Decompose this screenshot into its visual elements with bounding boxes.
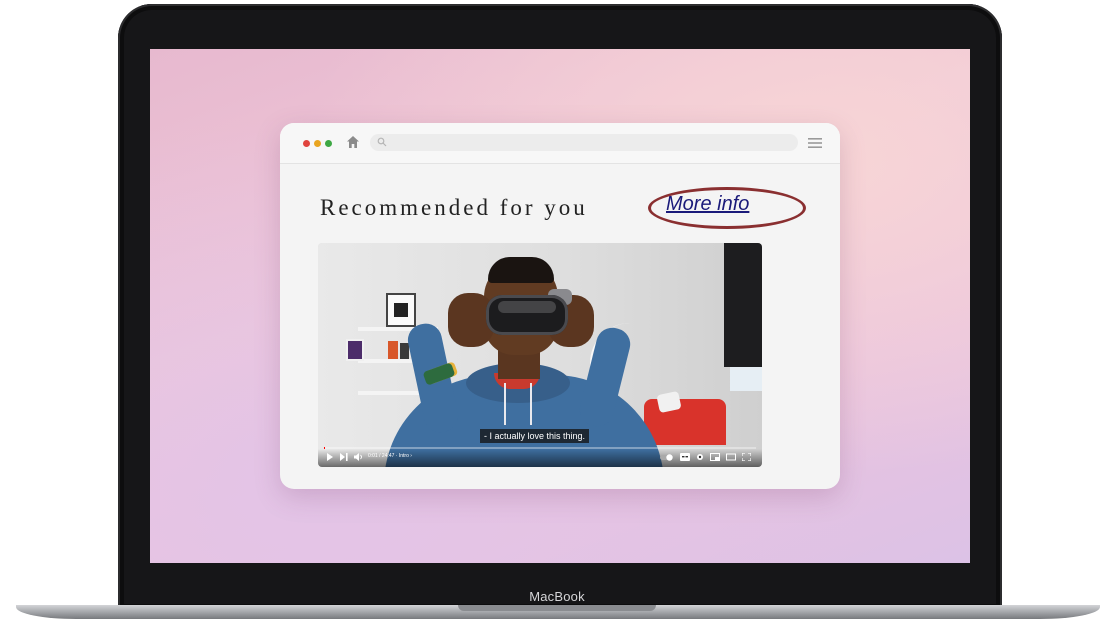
browser-toolbar [280,123,840,164]
video-picture-frame [386,293,416,327]
home-icon[interactable] [346,135,360,149]
video-sofa [644,399,726,445]
theater-mode-icon[interactable] [726,453,736,461]
play-icon[interactable] [326,453,334,461]
autoplay-toggle-icon[interactable] [660,454,674,461]
video-player[interactable]: - I actually love this thing. 0:01 / 24:… [318,243,762,467]
hoodie-string [530,383,532,425]
volume-icon[interactable] [354,453,363,461]
close-window-button[interactable] [303,140,310,147]
hamburger-menu-icon[interactable] [808,137,822,149]
video-book [388,341,398,359]
video-controls: 0:01 / 24:47 · Intro › [318,449,762,467]
laptop-screen: Recommended for you More info - I actual… [150,49,970,563]
laptop-hinge-notch [458,605,656,611]
fullscreen-icon[interactable] [742,453,751,461]
settings-icon[interactable] [696,453,704,461]
maximize-window-button[interactable] [325,140,332,147]
browser-window: Recommended for you More info - I actual… [280,123,840,489]
address-bar[interactable] [370,134,798,151]
section-heading: Recommended for you [320,195,588,220]
search-icon [377,137,387,147]
hoodie-string [504,383,506,425]
headset-reflection [498,301,556,313]
video-book [400,343,409,359]
more-info-link[interactable]: More info [666,193,749,216]
video-small-picture [346,339,364,361]
video-window-light [730,367,762,391]
miniplayer-icon[interactable] [710,453,720,461]
video-window [724,243,762,367]
device-brand-label: MacBook [529,589,585,604]
next-icon[interactable] [340,453,348,461]
video-subtitle: - I actually love this thing. [480,429,590,443]
subtitles-icon[interactable] [680,453,690,461]
time-readout: 0:01 / 24:47 · Intro › [368,453,412,459]
person-hair [488,257,554,283]
minimize-window-button[interactable] [314,140,321,147]
